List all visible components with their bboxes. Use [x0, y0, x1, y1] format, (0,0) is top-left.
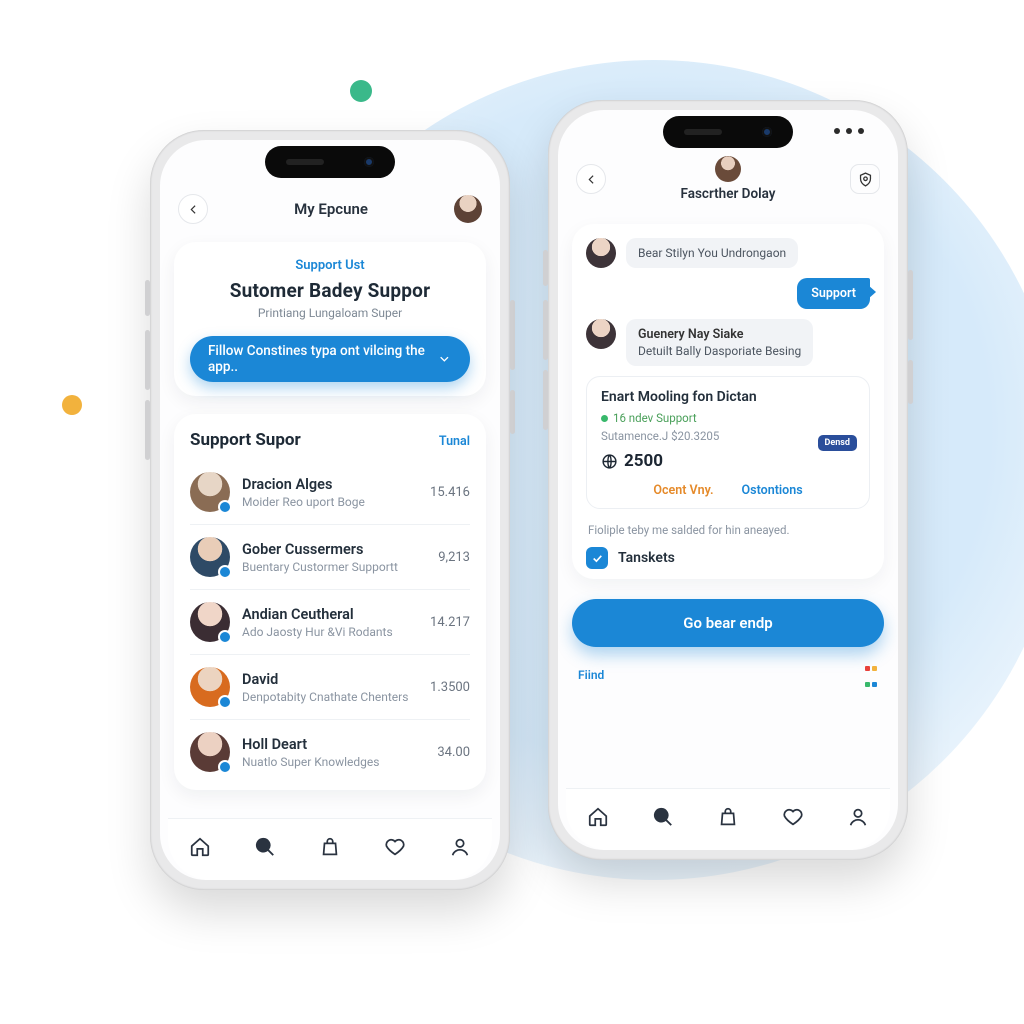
avatar [190, 602, 230, 642]
message-bubble: Guenery Nay Siake Detuilt Bally Dasporia… [626, 319, 813, 366]
nav-home[interactable] [178, 825, 222, 869]
nav-bag[interactable] [308, 825, 352, 869]
list-item[interactable]: Gober Cussermers Buentary Custormer Supp… [190, 525, 470, 590]
page-title: Fascrther Dolay [606, 186, 850, 202]
avatar [190, 472, 230, 512]
list-value: 14.217 [430, 615, 470, 630]
avatar [190, 537, 230, 577]
screen-right: Fascrther Dolay Bear Stilyn You Undronga… [558, 110, 898, 850]
checkbox-label: Tanskets [618, 550, 675, 566]
list-value: 34.00 [437, 745, 470, 760]
shield-button[interactable] [850, 164, 880, 194]
message-out: Support [797, 278, 870, 309]
globe-icon [601, 453, 618, 470]
option-row[interactable]: Tanskets [586, 547, 870, 569]
right-header: Fascrther Dolay [558, 150, 898, 212]
list-value: 1.3500 [430, 680, 470, 695]
screen-left: My Epcune Support Ust Sutomer Badey Supp… [160, 140, 500, 880]
list-item[interactable]: Dracion Alges Moider Reo uport Boge 15.4… [190, 460, 470, 525]
bottom-nav [566, 788, 890, 850]
message-in: Bear Stilyn You Undrongaon [586, 238, 870, 268]
helper-note: Fioliple teby me salded for hin aneayed. [588, 523, 868, 537]
nav-profile[interactable] [438, 825, 482, 869]
ticket-title: Enart Mooling fon Dictan [601, 389, 855, 405]
list-title: Support Supor [190, 430, 301, 450]
hero-title: Sutomer Badey Suppor [190, 279, 470, 302]
nav-search[interactable] [243, 825, 287, 869]
hero-subtitle: Printiang Lungaloam Super [190, 306, 470, 320]
nav-profile[interactable] [836, 795, 880, 839]
shield-icon [857, 171, 874, 188]
avatar [586, 319, 616, 349]
avatar [190, 732, 230, 772]
chevron-down-icon [437, 351, 452, 367]
back-button[interactable] [178, 194, 208, 224]
ticket-tabs: Ocent Vny. Ostontions [601, 483, 855, 498]
support-list: Support Supor Tunal Dracion Alges Moider… [174, 414, 486, 790]
tab-a[interactable]: Ocent Vny. [653, 483, 713, 498]
bottom-nav [168, 818, 492, 880]
list-item[interactable]: David Denpotabity Cnathate Chenters 1.35… [190, 655, 470, 720]
list-item[interactable]: Holl Deart Nuatlo Super Knowledges 34.00 [190, 720, 470, 784]
checkbox-checked[interactable] [586, 547, 608, 569]
status-indicators [834, 128, 864, 134]
footer-row: Fiind [578, 659, 878, 691]
ticket-amount: 2500 [601, 451, 855, 471]
ticket-status: 16 ndev Support [601, 411, 855, 425]
hero-card: Support Ust Sutomer Badey Suppor Printia… [174, 242, 486, 396]
hero-tag[interactable]: Support Ust [190, 258, 470, 273]
back-button[interactable] [576, 164, 606, 194]
status-chip: Densd [818, 435, 857, 451]
nav-favorites[interactable] [373, 825, 417, 869]
nav-bag[interactable] [706, 795, 750, 839]
list-action[interactable]: Tunal [439, 434, 470, 449]
nav-favorites[interactable] [771, 795, 815, 839]
nav-home[interactable] [576, 795, 620, 839]
nav-search[interactable] [641, 795, 685, 839]
phone-left: My Epcune Support Ust Sutomer Badey Supp… [150, 130, 510, 890]
ticket-detail: Sutamence.J $20.3205 [601, 429, 855, 443]
list-value: 15.416 [430, 485, 470, 500]
app-grid-icon[interactable] [864, 659, 878, 691]
tab-b[interactable]: Ostontions [742, 483, 803, 498]
filter-dropdown[interactable]: Fillow Constines typa ont vilcing the ap… [190, 336, 470, 382]
chat-area: Bear Stilyn You Undrongaon Support Guene… [572, 224, 884, 579]
header-avatar[interactable] [715, 156, 741, 182]
avatar [586, 238, 616, 268]
message-bubble: Bear Stilyn You Undrongaon [626, 238, 798, 268]
avatar [190, 667, 230, 707]
device-notch [265, 146, 395, 178]
left-header: My Epcune [160, 180, 500, 234]
device-notch [663, 116, 793, 148]
phone-right: Fascrther Dolay Bear Stilyn You Undronga… [548, 100, 908, 860]
check-icon [591, 552, 604, 565]
ticket-card[interactable]: Enart Mooling fon Dictan 16 ndev Support… [586, 376, 870, 509]
list-item[interactable]: Andian Ceutheral Ado Jaosty Hur &Vi Roda… [190, 590, 470, 655]
profile-avatar[interactable] [454, 195, 482, 223]
list-value: 9,213 [438, 550, 470, 565]
find-link[interactable]: Fiind [578, 668, 604, 682]
primary-cta[interactable]: Go bear endp [572, 599, 884, 647]
message-in: Guenery Nay Siake Detuilt Bally Dasporia… [586, 319, 870, 366]
filter-dropdown-label: Fillow Constines typa ont vilcing the ap… [208, 343, 437, 375]
page-title: My Epcune [208, 200, 454, 218]
